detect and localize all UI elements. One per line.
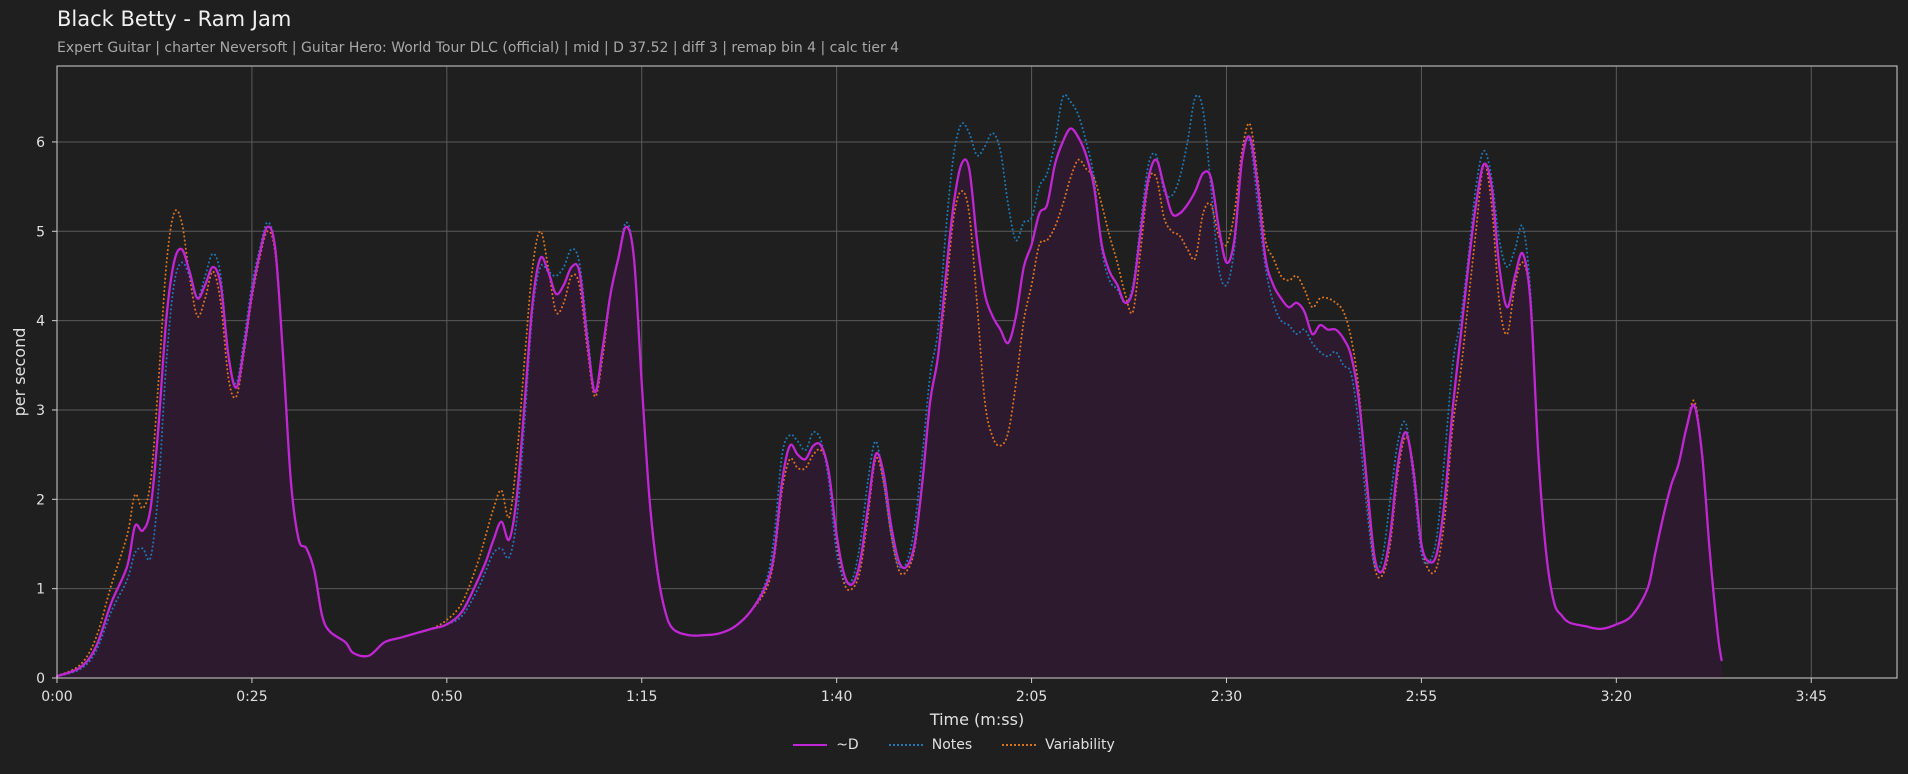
x-tick-label: 0:00 xyxy=(41,689,72,705)
x-tick-label: 0:50 xyxy=(431,689,462,705)
d-area-fill xyxy=(57,128,1722,679)
y-tick-label: 0 xyxy=(36,671,45,687)
legend-swatch-d xyxy=(793,744,828,746)
x-tick-label: 2:55 xyxy=(1406,689,1437,705)
x-tick-label: 1:40 xyxy=(821,689,852,705)
y-tick-label: 5 xyxy=(36,224,45,240)
x-tick-label: 0:25 xyxy=(236,689,267,705)
y-tick-label: 6 xyxy=(36,135,45,151)
legend-swatch-notes xyxy=(888,744,923,746)
x-tick-label: 3:20 xyxy=(1601,689,1632,705)
legend-swatch-variability xyxy=(1002,744,1037,746)
legend-label-notes: Notes xyxy=(931,737,973,753)
legend-label-variability: Variability xyxy=(1045,737,1115,753)
y-tick-label: 1 xyxy=(36,582,45,598)
y-tick-label: 4 xyxy=(36,314,45,330)
legend-item-d: ~D xyxy=(793,737,859,753)
legend-item-variability: Variability xyxy=(1002,737,1115,753)
x-tick-label: 2:05 xyxy=(1016,689,1047,705)
line-chart: 0:00 0:25 0:50 1:15 1:40 2:05 2:30 2:55 3:20 3:45… xyxy=(10,65,1898,729)
legend-item-notes: Notes xyxy=(888,737,973,753)
area-fill xyxy=(57,128,1722,679)
legend: ~D Notes Variability xyxy=(0,737,1908,753)
y-axis-label: per second xyxy=(10,328,29,417)
y-tick-label: 2 xyxy=(36,492,45,508)
legend-label-d: ~D xyxy=(836,737,859,753)
y-tick-label: 3 xyxy=(36,403,45,419)
x-axis-label: Time (m:ss) xyxy=(929,710,1024,729)
x-tick-label: 3:45 xyxy=(1796,689,1827,705)
x-tick-label: 1:15 xyxy=(626,689,657,705)
x-tick-label: 2:30 xyxy=(1211,689,1242,705)
